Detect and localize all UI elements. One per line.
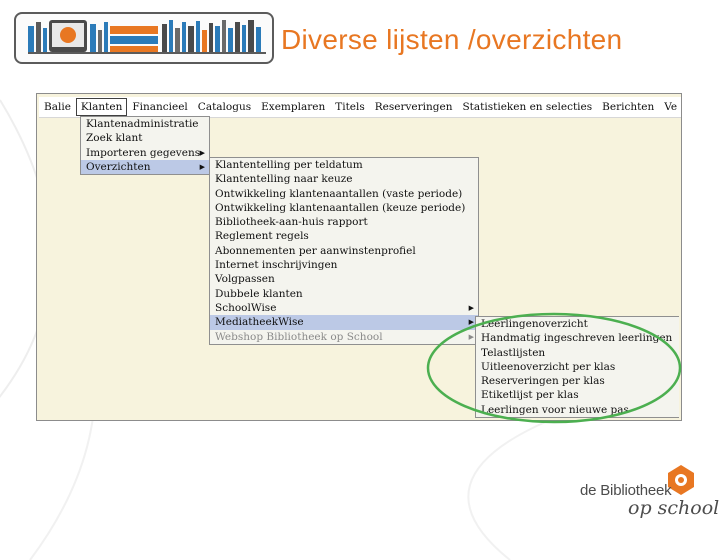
menu-item-internet-inschrijvingen[interactable]: Internet inschrijvingen (210, 258, 478, 272)
menu-berichten[interactable]: Berichten (597, 98, 659, 116)
klanten-dropdown: Klantenadministratie Zoek klant Importer… (80, 116, 210, 176)
menu-item-mediatheekwise[interactable]: MediatheekWise ▶ (210, 315, 478, 330)
submenu-arrow-icon: ▶ (199, 162, 205, 171)
menu-item-telastlijsten[interactable]: Telastlijsten (476, 346, 679, 360)
menu-reserveringen[interactable]: Reserveringen (370, 98, 458, 116)
menu-item-label: Webshop Bibliotheek op School (215, 330, 383, 343)
menu-item-uitleenoverzicht[interactable]: Uitleenoverzicht per klas (476, 360, 679, 374)
menu-item-zoek-klant[interactable]: Zoek klant (81, 131, 209, 145)
menu-statistieken[interactable]: Statistieken en selecties (457, 98, 597, 116)
menu-item-volgpassen[interactable]: Volgpassen (210, 272, 478, 286)
menu-balie[interactable]: Balie (39, 98, 76, 116)
menu-item-leerlingen-nieuwe-pas[interactable]: Leerlingen voor nieuwe pas (476, 403, 679, 417)
menu-item-handmatig-ingeschreven[interactable]: Handmatig ingeschreven leerlingen (476, 331, 679, 345)
menu-item-webshop[interactable]: Webshop Bibliotheek op School ▶ (210, 330, 478, 344)
menu-item-ontwikkeling-keuze[interactable]: Ontwikkeling klantenaantallen (keuze per… (210, 201, 478, 215)
menu-klanten[interactable]: Klanten (75, 98, 128, 116)
application-screenshot: Balie Klanten Financieel Catalogus Exemp… (36, 93, 682, 421)
menu-catalogus[interactable]: Catalogus (193, 98, 256, 116)
bookshelf-icon (28, 20, 266, 54)
menu-item-klantenadministratie[interactable]: Klantenadministratie (81, 117, 209, 131)
menu-item-label: Importeren gegevens (86, 146, 201, 159)
menu-item-etiketlijst[interactable]: Etiketlijst per klas (476, 388, 679, 402)
menu-exemplaren[interactable]: Exemplaren (256, 98, 330, 116)
menu-item-label: MediatheekWise (215, 316, 304, 329)
menu-item-abonnementen[interactable]: Abonnementen per aanwinstenprofiel (210, 244, 478, 258)
menu-item-klantentelling-keuze[interactable]: Klantentelling naar keuze (210, 172, 478, 186)
menu-item-bibliotheek-aan-huis[interactable]: Bibliotheek-aan-huis rapport (210, 215, 478, 229)
header-bookshelf-banner (14, 12, 274, 64)
menu-item-overzichten[interactable]: Overzichten ▶ (81, 159, 209, 175)
menu-ve[interactable]: Ve (659, 98, 682, 116)
overzichten-submenu: Klantentelling per teldatum Klantentelli… (209, 157, 479, 345)
menu-item-dubbele-klanten[interactable]: Dubbele klanten (210, 287, 478, 301)
menu-titels[interactable]: Titels (330, 98, 370, 116)
logo-text-line2: op school (628, 497, 720, 519)
mediatheekwise-submenu: Leerlingenoverzicht Handmatig ingeschrev… (475, 316, 679, 419)
submenu-arrow-icon: ▶ (468, 332, 474, 341)
menu-item-schoolwise[interactable]: SchoolWise ▶ (210, 301, 478, 315)
menu-item-leerlingenoverzicht[interactable]: Leerlingenoverzicht (476, 317, 679, 331)
menu-financieel[interactable]: Financieel (127, 98, 192, 116)
slide-title: Diverse lijsten /overzichten (281, 24, 623, 55)
submenu-arrow-icon: ▶ (468, 303, 474, 312)
bibliotheek-op-school-logo: de Bibliotheek op school (576, 464, 719, 526)
menu-item-reserveringen-per-klas[interactable]: Reserveringen per klas (476, 374, 679, 388)
menu-item-ontwikkeling-vast[interactable]: Ontwikkeling klantenaantallen (vaste per… (210, 187, 478, 201)
submenu-arrow-icon: ▶ (468, 318, 474, 327)
menu-item-label: SchoolWise (215, 301, 277, 314)
menu-bar: Balie Klanten Financieel Catalogus Exemp… (39, 97, 681, 118)
menu-item-importeren-gegevens[interactable]: Importeren gegevens ▶ (81, 146, 209, 160)
menu-item-klantentelling-teldatum[interactable]: Klantentelling per teldatum (210, 158, 478, 172)
menu-item-reglement-regels[interactable]: Reglement regels (210, 229, 478, 243)
menu-item-label: Overzichten (86, 160, 151, 173)
submenu-arrow-icon: ▶ (199, 148, 205, 157)
